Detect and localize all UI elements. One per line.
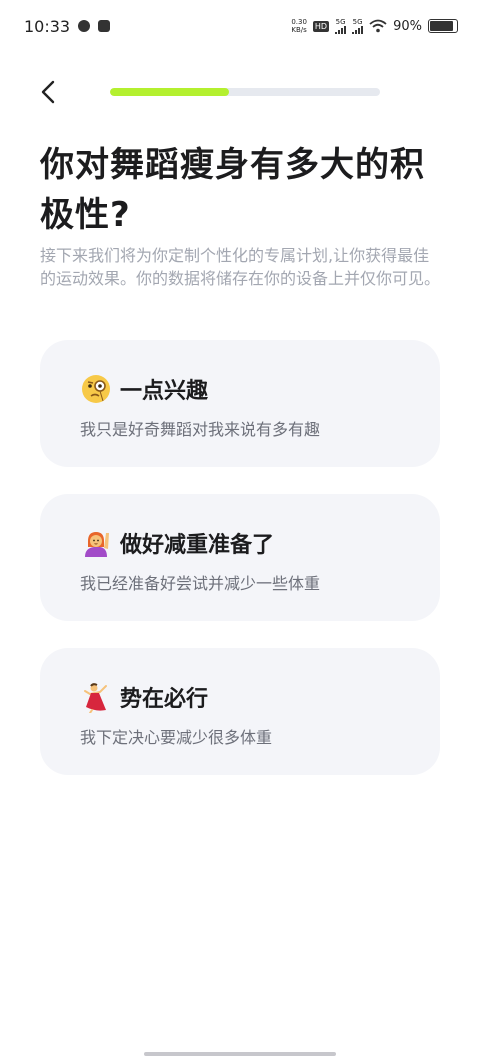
question-title: 你对舞蹈瘦身有多大的积极性? bbox=[40, 145, 425, 235]
home-indicator[interactable] bbox=[144, 1052, 336, 1056]
options-list: 一点兴趣 我只是好奇舞蹈对我来说有多有趣 做好减重准备了 我已经准备好尝试并减少… bbox=[40, 340, 440, 802]
hd-voice-icon: HD bbox=[312, 20, 330, 32]
option-head: 做好减重准备了 bbox=[80, 526, 440, 560]
network-speed: 0.30 KB/s bbox=[291, 18, 307, 34]
question-subtitle: 接下来我们将为你定制个性化的专属计划,让你获得最佳的运动效果。你的数据将储存在你… bbox=[40, 246, 441, 288]
option-description: 我只是好奇舞蹈对我来说有多有趣 bbox=[80, 420, 321, 439]
back-button[interactable] bbox=[30, 74, 66, 110]
sim2-signal-icon: 5G bbox=[352, 17, 364, 34]
person-raising-hand-icon bbox=[85, 532, 109, 557]
nav-bar bbox=[0, 72, 480, 112]
option-head: 势在必行 bbox=[80, 680, 440, 714]
app-notification-icon bbox=[78, 20, 91, 32]
option-head: 一点兴趣 bbox=[80, 372, 440, 406]
battery-percent: 90% bbox=[393, 18, 422, 34]
network-speed-value: 0.30 bbox=[291, 18, 307, 26]
option-description: 我下定决心要减少很多体重 bbox=[80, 728, 273, 747]
network-speed-unit: KB/s bbox=[291, 26, 307, 34]
battery-icon bbox=[428, 19, 458, 33]
option-title: 势在必行 bbox=[120, 687, 209, 712]
status-right: 0.30 KB/s HD 5G 5G 90% bbox=[291, 18, 458, 34]
chevron-left-icon bbox=[41, 80, 55, 104]
progress-bar-fill bbox=[110, 88, 229, 96]
status-bar: 10:33 0.30 KB/s HD 5G 5G 90% bbox=[0, 0, 480, 52]
dancer-icon bbox=[84, 683, 107, 713]
option-ready-to-lose-weight[interactable]: 做好减重准备了 我已经准备好尝试并减少一些体重 bbox=[40, 494, 440, 621]
option-some-interest[interactable]: 一点兴趣 我只是好奇舞蹈对我来说有多有趣 bbox=[40, 340, 440, 467]
sim1-label: 5G bbox=[335, 17, 346, 26]
option-title: 一点兴趣 bbox=[120, 379, 209, 404]
status-left: 10:33 bbox=[24, 16, 111, 36]
sim2-label: 5G bbox=[352, 17, 363, 26]
option-determined[interactable]: 势在必行 我下定决心要减少很多体重 bbox=[40, 648, 440, 775]
battery-fill bbox=[430, 21, 454, 31]
status-time: 10:33 bbox=[24, 16, 71, 36]
wifi-icon bbox=[369, 19, 387, 33]
sim1-signal-icon: 5G bbox=[335, 17, 347, 34]
option-title: 做好减重准备了 bbox=[120, 533, 275, 558]
option-description: 我已经准备好尝试并减少一些体重 bbox=[80, 574, 321, 593]
progress-bar bbox=[110, 88, 380, 96]
app-notification-icon-2 bbox=[98, 20, 111, 32]
monocle-face-icon bbox=[82, 375, 110, 403]
